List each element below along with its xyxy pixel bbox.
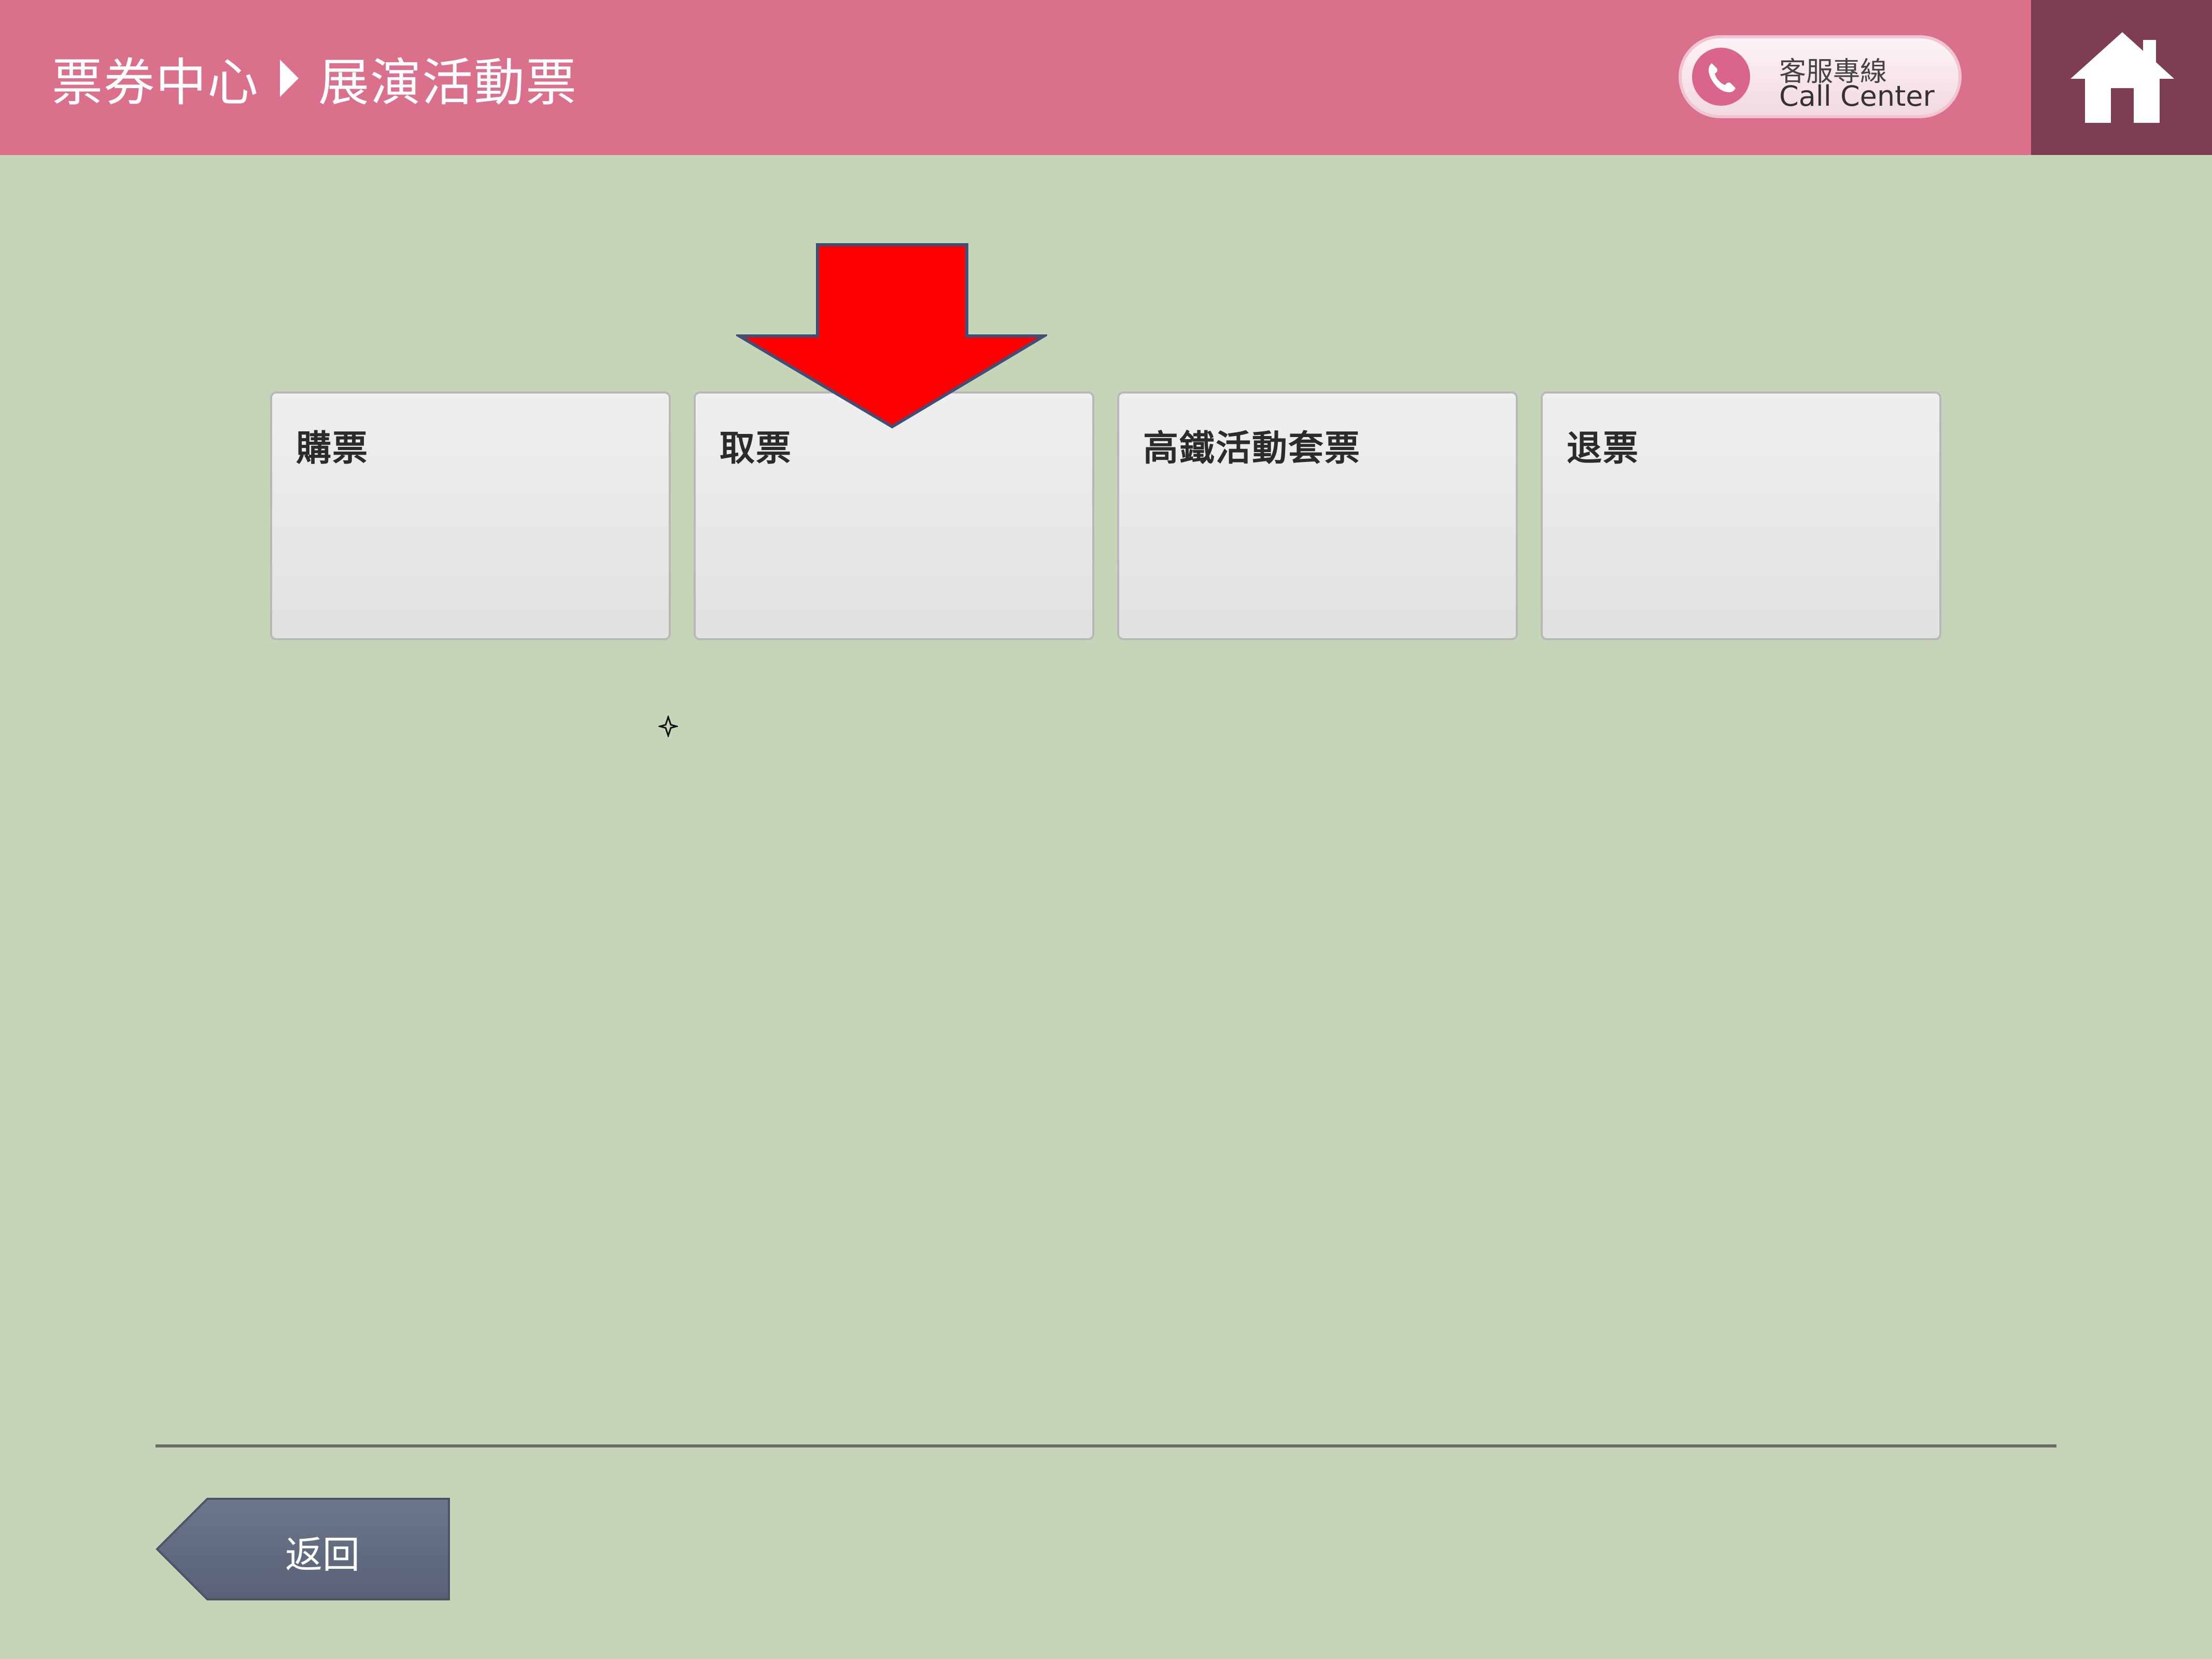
- footer-divider: [156, 1444, 2056, 1447]
- call-center-label-en: Call Center: [1779, 80, 1935, 113]
- option-label: 高鐵活動套票: [1143, 428, 1361, 469]
- cursor-icon: [658, 715, 678, 737]
- option-refund-ticket[interactable]: 退票: [1541, 391, 1941, 640]
- option-buy-ticket[interactable]: 購票: [270, 391, 671, 640]
- breadcrumb-item-ticket-center[interactable]: 票券中心: [52, 41, 259, 115]
- option-label: 退票: [1567, 428, 1640, 469]
- phone-icon: [1692, 48, 1750, 106]
- home-icon: [2070, 32, 2174, 123]
- header-bar: 票券中心 展演活動票 客服專線 Call Center: [0, 0, 2212, 155]
- call-center-button[interactable]: 客服專線 Call Center: [1679, 35, 1962, 118]
- back-button-label: 返回: [285, 1533, 360, 1577]
- breadcrumb: 票券中心 展演活動票: [52, 45, 577, 113]
- breadcrumb-item-current: 展演活動票: [318, 53, 578, 113]
- breadcrumb-separator-icon: [280, 60, 299, 97]
- red-arrow-down-icon: [736, 243, 1047, 429]
- option-label: 購票: [296, 428, 369, 469]
- home-button[interactable]: [2031, 0, 2212, 155]
- option-hsr-package-ticket[interactable]: 高鐵活動套票: [1117, 391, 1518, 640]
